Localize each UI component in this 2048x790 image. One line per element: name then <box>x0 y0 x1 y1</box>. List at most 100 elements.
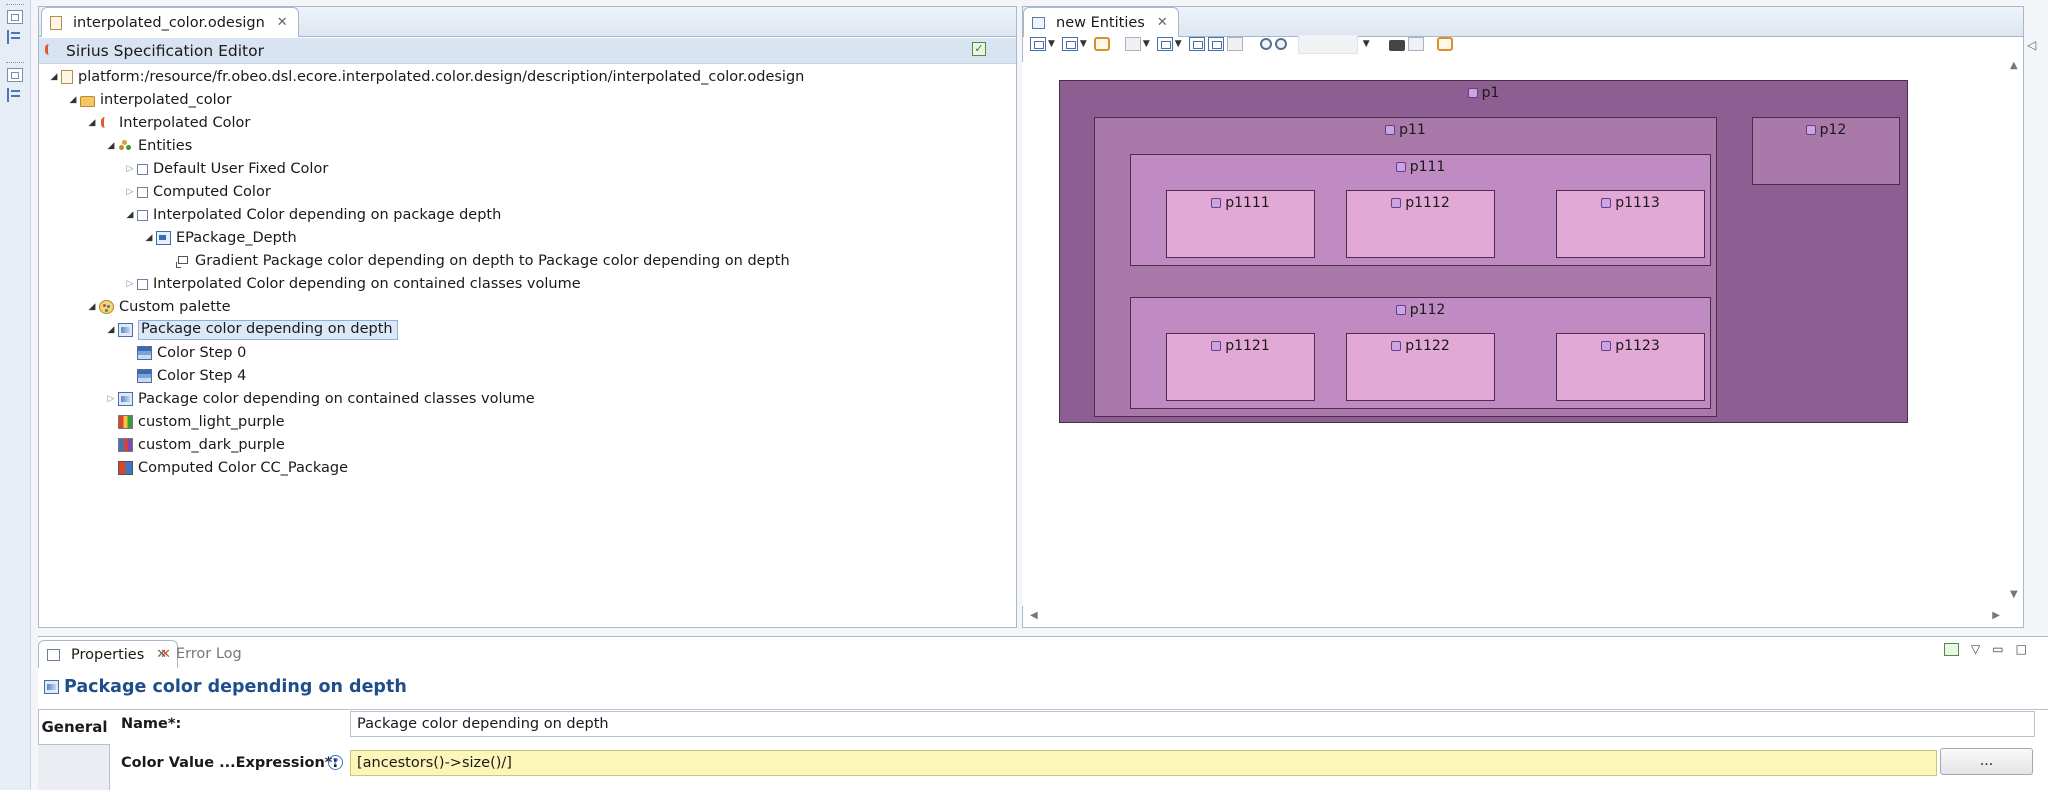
tab-new-entities[interactable]: new Entities ✕ <box>1023 7 1179 37</box>
properties-icon[interactable] <box>1407 37 1424 51</box>
tree-item[interactable]: ◢ interpolated_color <box>66 89 232 111</box>
close-icon[interactable]: ✕ <box>1157 16 1168 29</box>
tree-item[interactable]: custom_light_purple <box>104 411 285 433</box>
expand-arrow-icon[interactable]: ◢ <box>47 72 61 82</box>
tree-item[interactable]: ◢ Custom palette <box>85 296 231 318</box>
refresh-icon[interactable] <box>1436 37 1453 51</box>
expand-arrow-icon[interactable]: ◢ <box>104 325 118 335</box>
tree-item[interactable]: Computed Color CC_Package <box>104 457 348 479</box>
tree-item[interactable]: ▷ Computed Color <box>123 181 271 203</box>
select-icon[interactable] <box>1124 37 1141 51</box>
expand-arrow-icon[interactable]: ◢ <box>123 210 137 220</box>
paste-format-icon[interactable] <box>1226 37 1243 51</box>
vertical-scrollbar[interactable]: ▲ ▼ <box>2010 60 2018 600</box>
package-p112[interactable]: p112 p1121 p1122 p1123 <box>1130 297 1711 409</box>
arrange-icon[interactable] <box>1030 37 1046 51</box>
tab-label: Error Log <box>175 646 242 662</box>
collapsed-arrow-icon[interactable]: ▷ <box>104 394 118 404</box>
tree-item[interactable]: ◢ Package color depending on depth <box>104 319 398 341</box>
package-p1111[interactable]: p1111 <box>1166 190 1315 258</box>
expression-label: Color Value ...Expression*: <box>121 755 339 771</box>
tree-item[interactable]: ▷ Package color depending on contained cl… <box>104 388 535 410</box>
tree-item[interactable]: custom_dark_purple <box>104 434 285 456</box>
expand-arrow-icon[interactable]: ◢ <box>66 95 80 105</box>
expand-arrow-icon[interactable]: ◢ <box>104 141 118 151</box>
refresh-icon[interactable] <box>1093 37 1110 51</box>
package-p1121[interactable]: p1121 <box>1166 333 1315 401</box>
tree-icon[interactable] <box>7 30 23 44</box>
tab-label: interpolated_color.odesign <box>73 14 265 31</box>
package-p1113[interactable]: p1113 <box>1556 190 1705 258</box>
pin-icon[interactable] <box>1188 37 1205 51</box>
scroll-left-icon[interactable]: ◀ <box>1030 610 1038 622</box>
tree-item[interactable]: Color Step 4 <box>123 365 246 387</box>
tab-general[interactable]: General <box>38 709 110 745</box>
tab-label: new Entities <box>1056 14 1145 31</box>
package-icon <box>1805 125 1816 135</box>
package-p1112[interactable]: p1112 <box>1346 190 1495 258</box>
chevron-down-icon[interactable]: ▼ <box>1363 39 1370 49</box>
tree-item-label: Gradient Package color depending on dept… <box>195 253 790 269</box>
scroll-down-icon[interactable]: ▼ <box>2010 589 2018 600</box>
minimize-icon[interactable]: ▭ <box>1992 642 2003 656</box>
container-mapping-icon <box>156 231 171 245</box>
expand-arrow-icon[interactable]: ◢ <box>142 233 156 243</box>
zoom-combo[interactable] <box>1297 34 1358 54</box>
tab-properties[interactable]: Properties ✕ <box>38 640 179 668</box>
expand-arrow-icon[interactable]: ◢ <box>85 118 99 128</box>
tree-item[interactable]: ▷ Default User Fixed Color <box>123 158 329 180</box>
horizontal-scrollbar[interactable]: ◀ ▶ <box>1030 610 2000 622</box>
unpin-icon[interactable] <box>1207 37 1224 51</box>
expression-field[interactable]: [ancestors()->size()/] <box>350 750 1937 776</box>
package-icon <box>1467 88 1478 98</box>
tree-item[interactable]: Color Step 0 <box>123 342 246 364</box>
name-field[interactable]: Package color depending on depth <box>350 711 2035 737</box>
tree-item[interactable]: ◢ platform:/resource/fr.obeo.dsl.ecore.in… <box>47 66 805 88</box>
filter-icon[interactable] <box>1156 37 1173 51</box>
validate-icon[interactable]: ✓ <box>972 42 986 56</box>
collapsed-arrow-icon[interactable]: ▷ <box>123 164 137 174</box>
tab-odesign[interactable]: interpolated_color.odesign ✕ <box>41 7 299 37</box>
tree-item[interactable]: ▷ Interpolated Color depending on contain… <box>123 273 581 295</box>
expand-arrow-icon[interactable]: ◢ <box>85 302 99 312</box>
chevron-down-icon[interactable]: ▼ <box>1143 39 1150 49</box>
package-p1[interactable]: p1 p11 p111 p1111 p1112 p1113 p112 p1121 <box>1059 80 1908 423</box>
pin-view-icon[interactable] <box>1944 642 1959 656</box>
package-p1123[interactable]: p1123 <box>1556 333 1705 401</box>
diagram-tabbar: new Entities ✕ <box>1023 7 2023 37</box>
zoom-out-icon[interactable] <box>1274 38 1287 50</box>
tree-item[interactable]: ◢ EPackage_Depth <box>142 227 297 249</box>
help-icon[interactable]: ? <box>328 755 343 770</box>
tree-item[interactable]: ◢ Interpolated Color <box>85 112 251 134</box>
collapsed-arrow-icon[interactable]: ▷ <box>123 187 137 197</box>
package-p12[interactable]: p12 <box>1752 117 1900 185</box>
tab-error-log[interactable]: ✕ Error Log <box>160 640 242 668</box>
zoom-in-icon[interactable] <box>1259 38 1272 50</box>
tree-item[interactable]: Gradient Package color depending on dept… <box>161 250 790 272</box>
chevron-down-icon[interactable]: ▼ <box>1175 39 1182 49</box>
close-icon[interactable]: ✕ <box>277 16 288 29</box>
export-image-icon[interactable] <box>1388 39 1405 51</box>
restore-icon[interactable] <box>7 68 23 82</box>
layers-icon[interactable] <box>1061 37 1078 51</box>
collapsed-arrow-icon[interactable]: ▷ <box>123 279 137 289</box>
tree-item[interactable]: ◢ Interpolated Color depending on package… <box>123 204 502 226</box>
package-icon <box>1211 341 1222 351</box>
view-menu-icon[interactable]: ▽ <box>1971 642 1980 656</box>
package-p111[interactable]: p111 p1111 p1112 p1113 <box>1130 154 1711 266</box>
browse-button[interactable]: ... <box>1940 748 2033 775</box>
package-p11[interactable]: p11 p111 p1111 p1112 p1113 p112 p1121 p1… <box>1094 117 1717 417</box>
restore-icon[interactable] <box>7 10 23 24</box>
tree-item-label: EPackage_Depth <box>176 230 297 246</box>
chevron-down-icon[interactable]: ▼ <box>1080 39 1087 49</box>
node-icon <box>137 210 148 221</box>
package-p1122[interactable]: p1122 <box>1346 333 1495 401</box>
outline-icon[interactable] <box>7 88 23 102</box>
package-icon <box>1385 125 1396 135</box>
maximize-icon[interactable]: □ <box>2016 642 2027 656</box>
tree-item[interactable]: ◢ Entities <box>104 135 193 157</box>
scroll-right-icon[interactable]: ▶ <box>1992 610 2000 622</box>
scroll-up-icon[interactable]: ▲ <box>2010 60 2018 71</box>
collapse-icon[interactable]: ◁ <box>2027 38 2036 52</box>
chevron-down-icon[interactable]: ▼ <box>1048 39 1055 49</box>
